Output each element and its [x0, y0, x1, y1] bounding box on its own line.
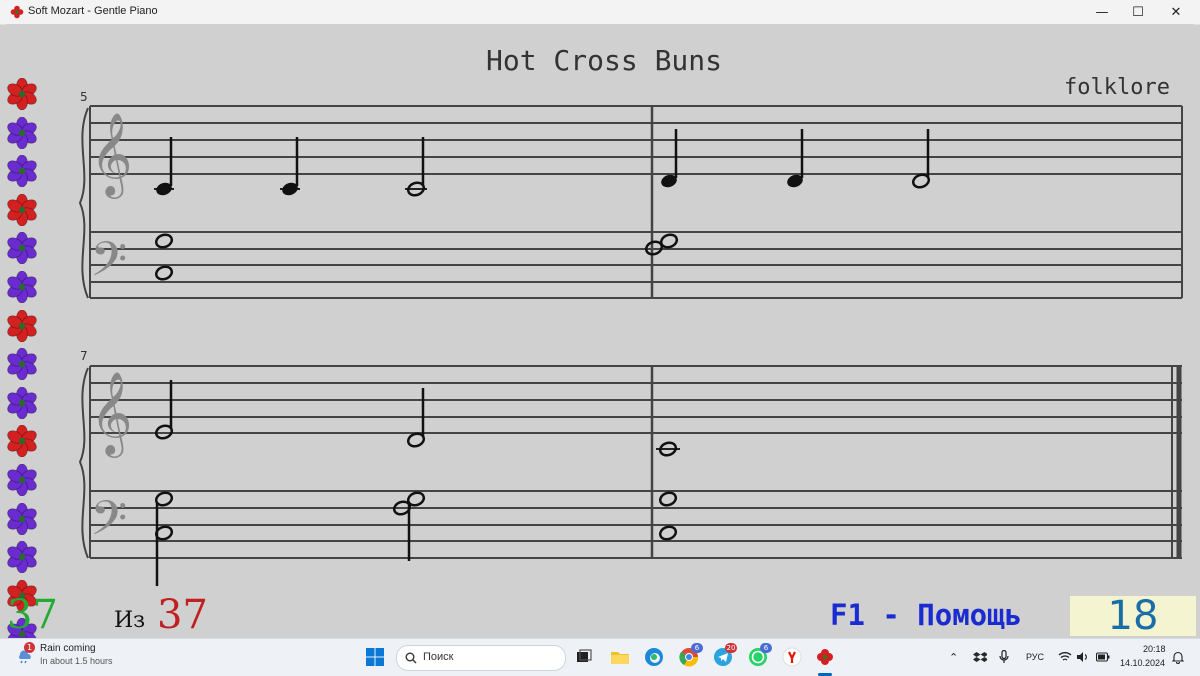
- soft-mozart-icon[interactable]: [815, 647, 835, 667]
- purple-flower-icon: [7, 502, 37, 535]
- bass-chord: [658, 491, 678, 541]
- yandex-icon[interactable]: [782, 647, 802, 667]
- of-label: Из: [114, 608, 146, 633]
- note: [280, 137, 300, 196]
- task-view-icon[interactable]: [574, 647, 594, 667]
- bass-clef-icon: 𝄢: [90, 231, 127, 299]
- weather-badge: 1: [24, 642, 35, 653]
- close-button[interactable]: ✕: [1158, 0, 1194, 24]
- song-title: Hot Cross Buns: [486, 44, 723, 77]
- brace-icon: [78, 107, 89, 299]
- sheet-music: 5 𝄞 𝄢 7 𝄞 𝄢: [78, 90, 1183, 586]
- notification-bell-icon[interactable]: [1172, 651, 1184, 664]
- red-flower-icon: [7, 77, 37, 111]
- help-hint[interactable]: F1 - Помощь: [830, 598, 1022, 632]
- score-value: 18: [1070, 596, 1196, 636]
- microphone-icon[interactable]: [999, 650, 1009, 664]
- telegram-badge: 20: [725, 643, 737, 653]
- purple-flower-icon: [7, 386, 37, 420]
- note: [656, 441, 680, 457]
- treble-clef-icon: 𝄞: [90, 111, 133, 199]
- minimize-button[interactable]: —: [1084, 0, 1120, 24]
- bass-chord: [154, 491, 174, 586]
- completed-count: 37: [7, 592, 58, 638]
- system-2: 7 𝄞 𝄢: [78, 349, 1182, 586]
- weather-title: Rain coming: [40, 643, 96, 654]
- note: [787, 129, 804, 188]
- score-area: 5 𝄞 𝄢 7 𝄞 𝄢 Hot Cross Buns folklore: [6, 24, 1194, 638]
- maximize-button[interactable]: ☐: [1120, 0, 1156, 24]
- purple-flower-icon: [7, 463, 37, 497]
- note: [661, 129, 678, 188]
- clock-date[interactable]: 14.10.2024: [1120, 658, 1165, 668]
- dropbox-icon[interactable]: [973, 651, 987, 663]
- red-flower-icon: [7, 309, 37, 342]
- measure-number: 5: [80, 90, 88, 104]
- purple-flower-icon: [7, 540, 37, 574]
- measure-number: 7: [80, 349, 88, 363]
- bass-staff: [90, 231, 1182, 299]
- weather-widget[interactable]: 1 Rain coming In about 1.5 hours: [16, 642, 113, 666]
- search-icon: [405, 652, 417, 664]
- whatsapp-icon[interactable]: 6: [748, 643, 772, 667]
- bass-chord: [644, 233, 679, 256]
- language-indicator[interactable]: РУС: [1026, 652, 1044, 662]
- note: [154, 380, 174, 440]
- wifi-icon[interactable]: [1058, 651, 1072, 663]
- chrome-badge: 6: [691, 643, 703, 653]
- red-flower-icon: [7, 424, 37, 458]
- battery-icon[interactable]: [1096, 652, 1110, 662]
- app-flower-icon: [10, 5, 24, 19]
- windows-start-icon[interactable]: [366, 648, 384, 666]
- progress-flowers: [6, 77, 40, 657]
- red-flower-icon: [7, 193, 37, 227]
- purple-flower-icon: [7, 154, 37, 188]
- taskbar: 1 Rain coming In about 1.5 hours Поиск 6…: [0, 638, 1200, 676]
- title-bar[interactable]: Soft Mozart - Gentle Piano — ☐ ✕: [0, 0, 1200, 25]
- system-1: 5 𝄞 𝄢: [78, 90, 1183, 299]
- search-box[interactable]: Поиск: [396, 645, 566, 671]
- bass-staff: [90, 490, 1182, 559]
- telegram-icon[interactable]: 20: [713, 643, 737, 667]
- treble-staff: [90, 105, 1182, 175]
- note: [406, 388, 426, 448]
- edge-icon[interactable]: [644, 647, 664, 667]
- weather-subtitle: In about 1.5 hours: [40, 656, 113, 666]
- search-placeholder: Поиск: [423, 651, 454, 663]
- note: [154, 137, 174, 196]
- chrome-icon[interactable]: 6: [679, 643, 703, 667]
- bass-chord: [154, 233, 174, 281]
- volume-icon[interactable]: [1076, 651, 1088, 663]
- file-explorer-icon[interactable]: [610, 647, 630, 667]
- window-title: Soft Mozart - Gentle Piano: [28, 5, 158, 17]
- note: [911, 129, 931, 189]
- note: [405, 137, 427, 197]
- bass-clef-icon: 𝄢: [90, 490, 127, 558]
- treble-clef-icon: 𝄞: [90, 370, 133, 458]
- purple-flower-icon: [7, 270, 37, 304]
- chevron-up-icon[interactable]: ⌃: [949, 651, 958, 664]
- whatsapp-badge: 6: [760, 643, 772, 653]
- purple-flower-icon: [7, 116, 37, 149]
- brace-icon: [78, 367, 89, 559]
- composer-label: folklore: [1064, 75, 1170, 100]
- rain-icon: 1: [16, 642, 35, 664]
- app-window: Soft Mozart - Gentle Piano — ☐ ✕ 5 𝄞 𝄢 7…: [0, 0, 1200, 651]
- treble-staff: [90, 365, 1182, 434]
- purple-flower-icon: [7, 347, 37, 381]
- clock-time[interactable]: 20:18: [1143, 644, 1166, 654]
- purple-flower-icon: [7, 231, 37, 265]
- total-count: 37: [157, 592, 208, 638]
